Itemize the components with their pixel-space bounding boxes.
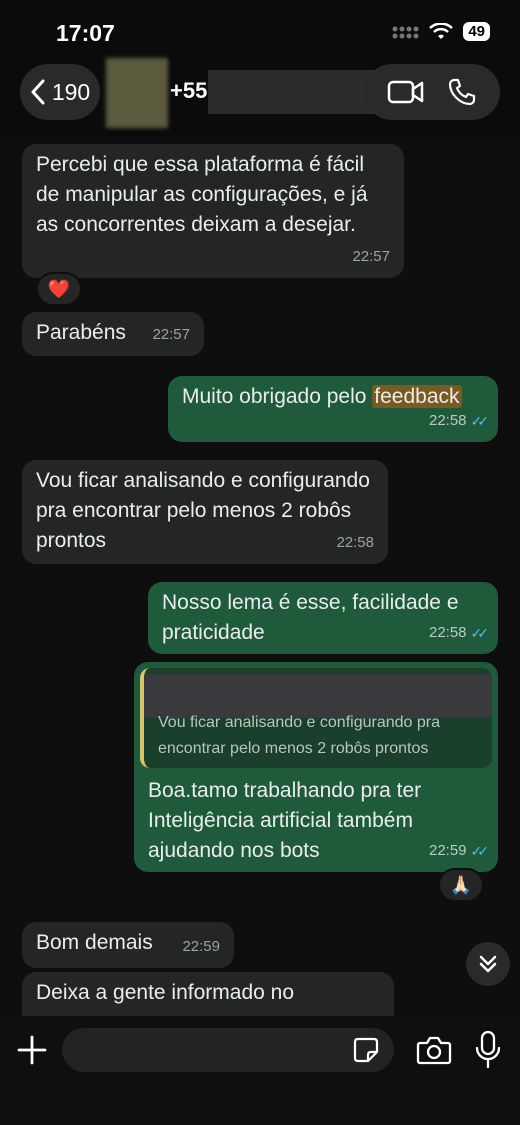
- video-camera-icon[interactable]: [387, 79, 425, 105]
- scroll-to-bottom-button[interactable]: [466, 942, 510, 986]
- message-text: Vou ficar analisando e configurando pra …: [36, 469, 370, 552]
- message-text: Deixa a gente informado no: [36, 981, 294, 1004]
- double-chevron-down-icon: [479, 955, 497, 973]
- sticker-icon[interactable]: [352, 1036, 380, 1064]
- chat-area[interactable]: Percebi que essa plataforma é fácil de m…: [0, 136, 520, 1016]
- message-status: 22:58 ✓✓: [428, 618, 490, 648]
- quoted-message[interactable]: Vou ficar analisando e configurando pra …: [140, 668, 492, 768]
- message-input[interactable]: [62, 1028, 394, 1072]
- message-time: 22:58: [336, 534, 374, 551]
- battery-indicator: 49: [463, 22, 490, 41]
- pray-reaction: 🙏🏻: [449, 874, 473, 895]
- wifi-icon: [429, 22, 454, 39]
- message-incoming[interactable]: Vou ficar analisando e configurando pra …: [22, 460, 388, 564]
- redaction-block: [208, 70, 388, 114]
- read-ticks-icon: ✓✓: [470, 413, 490, 429]
- message-text: Parabéns: [36, 321, 126, 344]
- message-text: Muito obrigado pelo: [182, 385, 373, 408]
- message-text: Percebi que essa plataforma é fácil de m…: [36, 153, 368, 236]
- search-highlight: feedback: [372, 385, 462, 408]
- avatar[interactable]: [106, 58, 168, 128]
- message-time: 22:58: [428, 412, 467, 429]
- chat-header: 190 +55 8: [0, 58, 520, 136]
- message-incoming[interactable]: Parabéns 22:57: [22, 312, 204, 356]
- message-reaction[interactable]: 🙏🏻: [438, 868, 484, 902]
- message-status: 22:59 ✓✓: [428, 836, 490, 866]
- camera-icon[interactable]: [416, 1034, 452, 1066]
- signal-icon: [392, 26, 419, 38]
- message-incoming[interactable]: Bom demais 22:59: [22, 922, 234, 968]
- message-outgoing[interactable]: Muito obrigado pelo feedback 22:58 ✓✓: [168, 376, 498, 442]
- message-text: Nosso lema é esse, facilidade e praticid…: [162, 591, 459, 644]
- message-time: 22:58: [428, 624, 467, 641]
- message-time: 22:59: [428, 842, 467, 859]
- message-outgoing[interactable]: Nosso lema é esse, facilidade e praticid…: [148, 582, 498, 654]
- message-time: 22:57: [152, 326, 190, 343]
- phone-icon[interactable]: [447, 77, 477, 107]
- message-text: Bom demais: [36, 931, 153, 954]
- quoted-text: Vou ficar analisando e configurando pra …: [158, 714, 440, 757]
- status-bar: 17:07 49: [0, 0, 520, 60]
- message-time: 22:59: [182, 938, 220, 955]
- message-text: Boa.tamo trabalhando pra ter Inteligênci…: [148, 779, 422, 862]
- status-icons: 49: [391, 22, 490, 41]
- message-time: 22:57: [352, 248, 390, 265]
- message-incoming[interactable]: Percebi que essa plataforma é fácil de m…: [22, 144, 404, 278]
- call-actions: [364, 64, 500, 120]
- microphone-icon[interactable]: [474, 1030, 502, 1070]
- plus-icon[interactable]: [16, 1034, 48, 1066]
- message-composer: [0, 1016, 520, 1125]
- message-outgoing-reply[interactable]: Vou ficar analisando e configurando pra …: [134, 662, 498, 872]
- heart-reaction: ❤️: [47, 278, 71, 299]
- message-incoming[interactable]: Deixa a gente informado no: [22, 972, 394, 1016]
- read-ticks-icon: ✓✓: [470, 625, 490, 641]
- back-button[interactable]: 190: [20, 64, 100, 120]
- unread-count: 190: [51, 78, 91, 105]
- message-status: 22:58 ✓✓: [428, 406, 490, 436]
- status-time: 17:07: [56, 20, 115, 46]
- message-reaction[interactable]: ❤️: [36, 272, 82, 306]
- read-ticks-icon: ✓✓: [470, 843, 490, 859]
- chevron-left-icon: [31, 79, 45, 105]
